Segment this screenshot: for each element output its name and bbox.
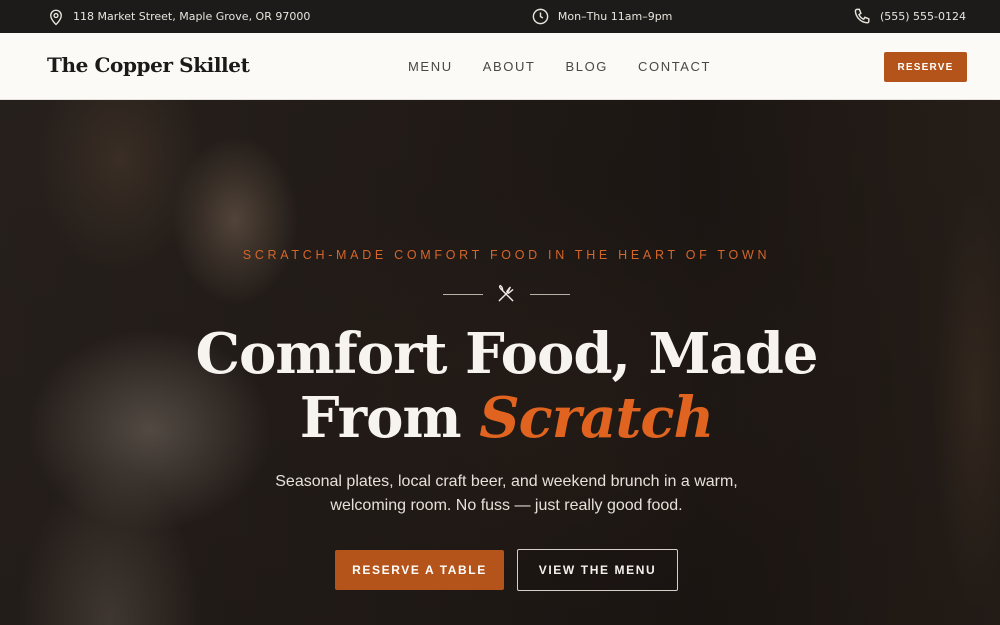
fork-knife-icon: [496, 284, 516, 304]
clock-icon: [531, 7, 550, 26]
divider-line-left: [443, 294, 483, 295]
phone-info[interactable]: (555) 555-0124: [853, 7, 966, 26]
nav-links: MENU ABOUT BLOG CONTACT: [408, 59, 711, 74]
divider-line-right: [530, 294, 570, 295]
phone-text[interactable]: (555) 555-0124: [880, 10, 966, 23]
main-navbar: The Copper Skillet MENU ABOUT BLOG CONTA…: [0, 33, 1000, 100]
hero-eyebrow: SCRATCH-MADE COMFORT FOOD IN THE HEART O…: [242, 248, 771, 262]
hero-section: SCRATCH-MADE COMFORT FOOD IN THE HEART O…: [0, 100, 1000, 625]
top-info-bar: 118 Market Street, Maple Grove, OR 97000…: [0, 0, 1000, 33]
reserve-table-button[interactable]: RESERVE A TABLE: [335, 550, 504, 590]
reserve-button[interactable]: RESERVE: [884, 52, 967, 82]
nav-link-about[interactable]: ABOUT: [483, 59, 536, 74]
brand-logo[interactable]: The Copper Skillet: [47, 53, 250, 77]
hero-headline: Comfort Food, Made From Scratch: [0, 322, 1000, 450]
subtext-line-2: welcoming room. No fuss — just really go…: [330, 497, 683, 514]
address-text: 118 Market Street, Maple Grove, OR 97000: [73, 10, 311, 23]
subtext-line-1: Seasonal plates, local craft beer, and w…: [275, 473, 738, 490]
hero-subtext: Seasonal plates, local craft beer, and w…: [0, 470, 1000, 518]
headline-line-2: From: [299, 385, 480, 451]
nav-link-blog[interactable]: BLOG: [565, 59, 608, 74]
headline-line-1: Comfort Food, Made: [195, 321, 818, 387]
address-info: 118 Market Street, Maple Grove, OR 97000: [47, 8, 310, 26]
nav-link-menu[interactable]: MENU: [408, 59, 453, 74]
hours-text: Mon–Thu 11am–9pm: [557, 10, 673, 23]
phone-icon: [853, 7, 872, 26]
headline-accent-word: Scratch: [479, 385, 714, 451]
view-menu-button[interactable]: VIEW THE MENU: [517, 549, 678, 591]
nav-link-contact[interactable]: CONTACT: [638, 59, 711, 74]
hours-info: Mon–Thu 11am–9pm: [531, 7, 673, 26]
map-pin-icon: [47, 8, 65, 26]
